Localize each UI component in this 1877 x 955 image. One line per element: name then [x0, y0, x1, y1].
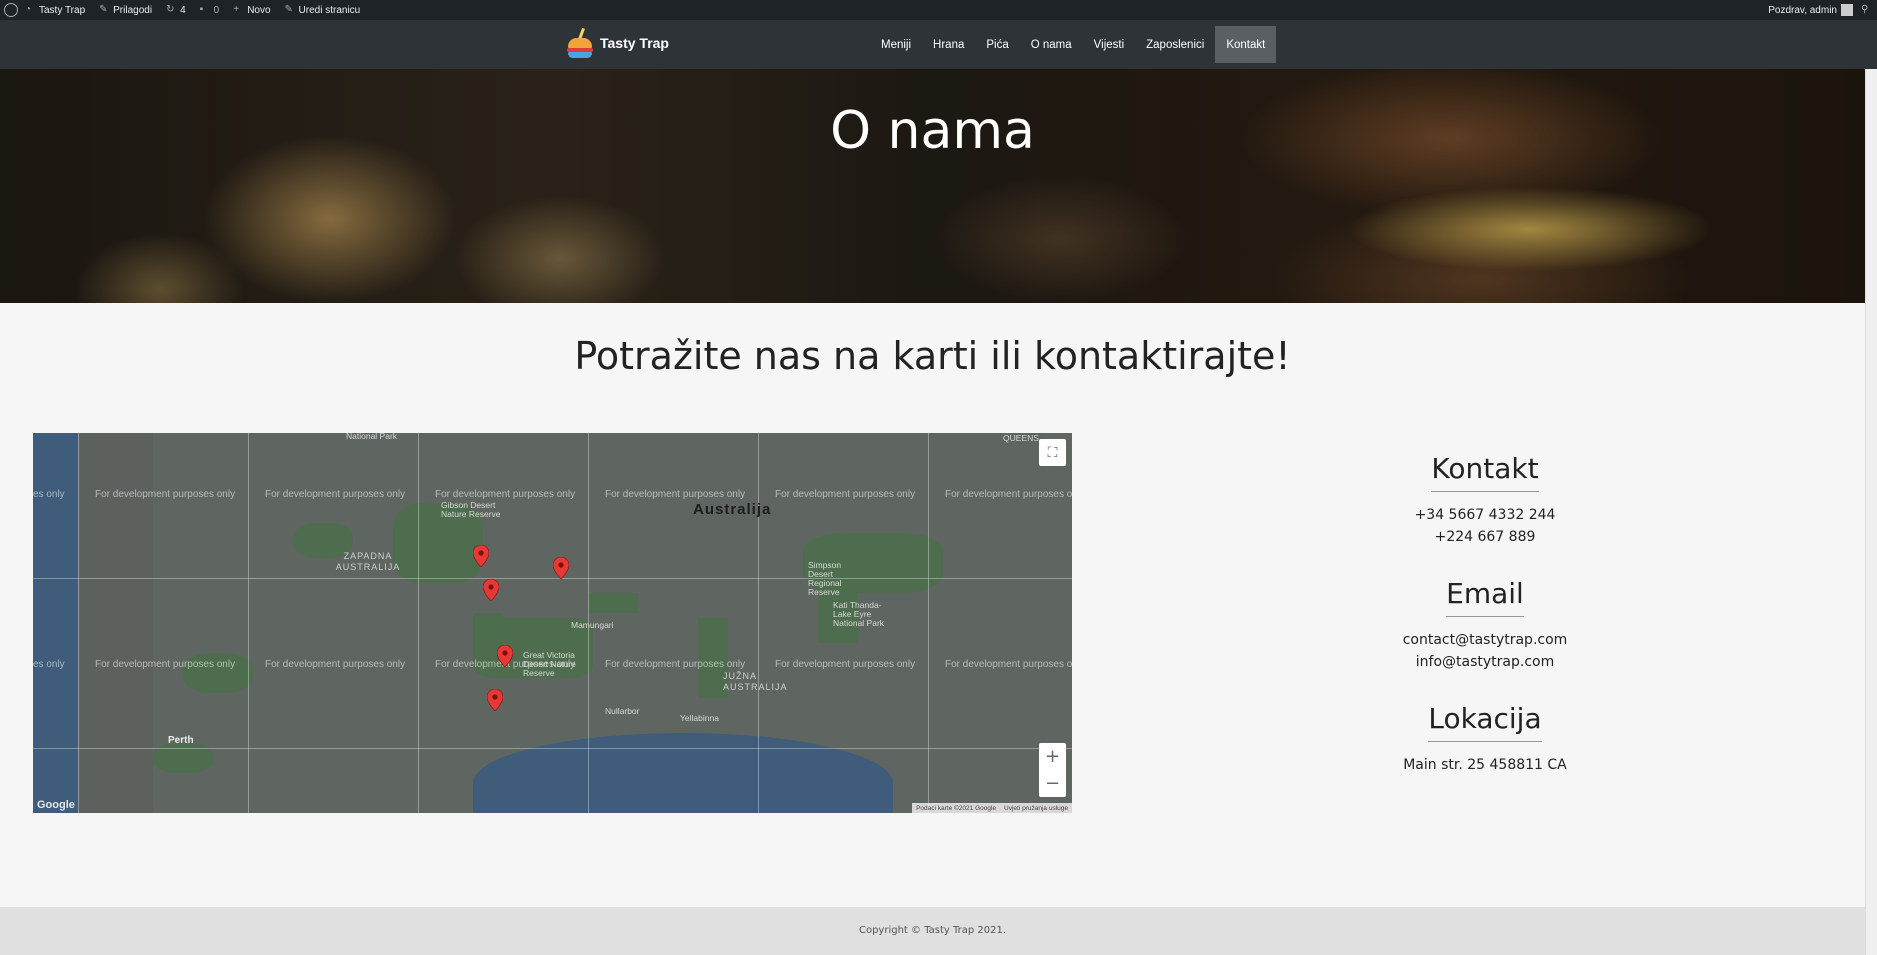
map-marker[interactable]	[482, 578, 500, 602]
map-watermark: For development purposes only	[775, 489, 916, 500]
fullscreen-icon: ⛶	[1047, 444, 1058, 461]
map-watermark: es only	[33, 489, 65, 500]
admin-bar: ◔ Tasty Trap ✎ Prilagodi ↻ 4 ▪ 0 + Novo …	[0, 0, 1877, 20]
map-watermark: For development purposes o	[945, 489, 1072, 500]
brand-link[interactable]: Tasty Trap	[566, 27, 669, 58]
zoom-out-button[interactable]: −	[1039, 770, 1066, 797]
email-heading: Email	[1446, 577, 1524, 617]
main-navbar: Tasty Trap Meniji Hrana Pića O nama Vije…	[0, 20, 1877, 69]
admin-new-link[interactable]: + Novo	[226, 0, 277, 20]
search-icon[interactable]: ⚲	[1861, 5, 1871, 15]
map-watermark: For development purposes only	[435, 489, 576, 500]
google-map[interactable]: es only For development purposes only Fo…	[33, 433, 1072, 813]
map-city-label: Perth	[168, 735, 194, 746]
map-watermark: For development purposes only	[605, 659, 746, 670]
map-label: Kati Thanda-Lake Eyre National Park	[833, 600, 885, 628]
admin-new-label: Novo	[247, 4, 271, 16]
admin-edit-page-link[interactable]: ✎ Uredi stranicu	[278, 0, 368, 20]
map-label: Yellabinna	[680, 713, 719, 723]
admin-updates-count: 4	[180, 4, 186, 16]
map-watermark: For development purposes only	[265, 489, 406, 500]
fullscreen-button[interactable]: ⛶	[1039, 439, 1066, 466]
location-heading: Lokacija	[1428, 702, 1542, 742]
map-marker[interactable]	[552, 556, 570, 580]
brand-name: Tasty Trap	[600, 35, 669, 51]
map-watermark: For development purposes only	[95, 489, 236, 500]
map-attribution: Podaci karte ©2021 Google Uvjeti pružanj…	[912, 803, 1072, 813]
email-contact[interactable]: contact@tastytrap.com	[1385, 629, 1585, 651]
map-label: Mamungari	[571, 620, 614, 630]
map-terms-link[interactable]: Uvjeti pružanja usluge	[1004, 805, 1068, 812]
menu-item-pica[interactable]: Pića	[975, 26, 1019, 63]
map-label: Gibson Desert Nature Reserve	[441, 500, 501, 519]
dashboard-icon: ◔	[25, 4, 32, 15]
address-text: Main str. 25 458811 CA	[1403, 757, 1567, 773]
location-section: Lokacija Main str. 25 458811 CA	[1385, 702, 1585, 776]
updates-icon: ↻	[166, 4, 175, 15]
map-watermark: es only	[33, 659, 65, 670]
map-watermark: For development purposes only	[95, 659, 236, 670]
map-marker[interactable]	[472, 544, 490, 568]
page-scrollbar[interactable]	[1865, 69, 1877, 955]
map-marker[interactable]	[486, 688, 504, 712]
email-section: Email contact@tastytrap.com info@tastytr…	[1385, 577, 1585, 673]
map-marker[interactable]	[496, 644, 514, 668]
map-label: National Park	[346, 433, 398, 441]
wordpress-icon[interactable]	[4, 3, 18, 17]
map-watermark: For development purposes o	[945, 659, 1072, 670]
map-watermark: For development purposes only	[265, 659, 406, 670]
burger-logo-icon	[566, 27, 594, 58]
hero-banner: O nama	[0, 69, 1865, 303]
phone-secondary: +224 667 889	[1434, 529, 1536, 545]
pencil-icon: ✎	[284, 4, 293, 15]
admin-account-link[interactable]: Pozdrav, admin	[1768, 0, 1853, 20]
map-data-credit: Podaci karte ©2021 Google	[916, 804, 997, 812]
map-label: Great Victoria Desert Nature Reserve	[523, 650, 576, 678]
map-label: Simpson Desert Regional Reserve	[808, 560, 842, 597]
menu-item-meniji[interactable]: Meniji	[870, 26, 922, 63]
admin-greeting: Pozdrav, admin	[1768, 4, 1837, 16]
email-info[interactable]: info@tastytrap.com	[1385, 651, 1585, 673]
brush-icon: ✎	[99, 4, 108, 15]
admin-comments-count: 0	[213, 4, 220, 16]
menu-item-kontakt[interactable]: Kontakt	[1215, 26, 1277, 63]
zoom-control: + −	[1039, 743, 1066, 797]
main-menu: Meniji Hrana Pića O nama Vijesti Zaposle…	[870, 26, 1277, 63]
map-country-label: Australija	[693, 501, 772, 518]
google-logo[interactable]: Google	[37, 799, 75, 811]
admin-site-link[interactable]: ◔ Tasty Trap	[18, 0, 92, 20]
admin-customize-link[interactable]: ✎ Prilagodi	[92, 0, 159, 20]
map-watermark: For development purposes only	[605, 489, 746, 500]
admin-customize-label: Prilagodi	[113, 4, 153, 16]
admin-site-name: Tasty Trap	[39, 4, 86, 16]
hero-title: O nama	[830, 101, 1035, 161]
admin-updates-link[interactable]: ↻ 4	[159, 0, 193, 20]
plus-icon: +	[233, 4, 240, 15]
menu-item-vijesti[interactable]: Vijesti	[1083, 26, 1135, 63]
avatar	[1841, 4, 1853, 16]
map-region-label: ZAPADNA AUSTRALIJA	[335, 551, 401, 572]
menu-item-o-nama[interactable]: O nama	[1020, 26, 1083, 63]
map-label: Nullarbor	[605, 706, 640, 716]
map-label: QUEENS	[1003, 433, 1039, 443]
map-ocean-south	[473, 733, 893, 813]
copyright-text: Copyright © Tasty Trap 2021.	[858, 925, 1007, 936]
contact-heading: Kontakt	[1431, 452, 1539, 492]
contact-section: Kontakt +34 5667 4332 244 +224 667 889	[1385, 452, 1585, 548]
phone-primary: +34 5667 4332 244	[1414, 507, 1556, 523]
admin-edit-page-label: Uredi stranicu	[298, 4, 361, 16]
footer: Copyright © Tasty Trap 2021.	[0, 907, 1865, 955]
menu-item-hrana[interactable]: Hrana	[922, 26, 975, 63]
menu-item-zaposlenici[interactable]: Zaposlenici	[1135, 26, 1215, 63]
zoom-in-button[interactable]: +	[1039, 743, 1066, 770]
map-watermark: For development purposes only	[775, 659, 916, 670]
admin-comments-link[interactable]: ▪ 0	[193, 0, 227, 20]
comment-icon: ▪	[199, 4, 204, 15]
map-region-label: JUŽNA AUSTRALIJA	[723, 671, 788, 692]
page-subtitle: Potražite nas na karti ili kontaktirajte…	[574, 334, 1291, 378]
